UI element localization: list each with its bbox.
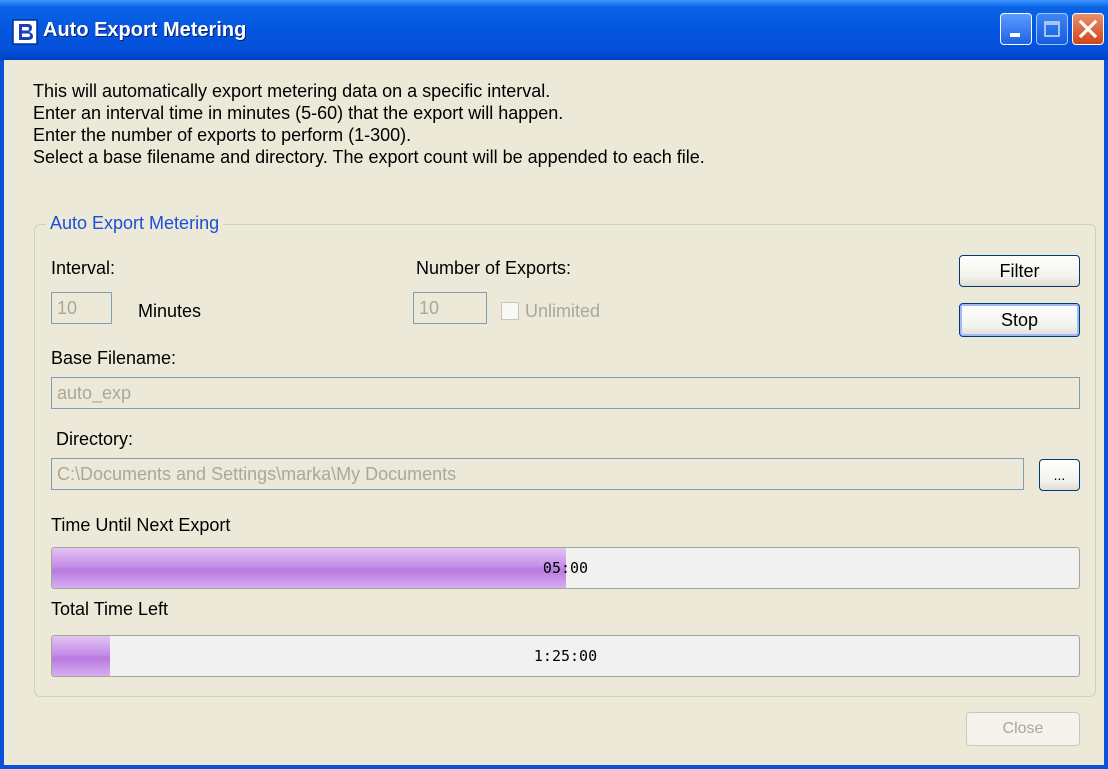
close-window-button[interactable] — [1072, 13, 1104, 45]
minimize-button[interactable] — [1000, 13, 1032, 45]
instruction-line: Enter an interval time in minutes (5-60)… — [33, 103, 564, 123]
stop-button[interactable]: Stop — [959, 303, 1080, 337]
instruction-line: Enter the number of exports to perform (… — [33, 125, 412, 145]
interval-label: Interval: — [51, 258, 116, 278]
title-bar[interactable]: Auto Export Metering — [0, 0, 1108, 60]
instruction-line: Select a base filename and directory. Th… — [33, 147, 705, 167]
maximize-icon — [1044, 21, 1060, 37]
minimize-icon — [1010, 33, 1020, 37]
interval-input[interactable]: 10 — [51, 292, 112, 324]
time-until-next-export-label: Time Until Next Export — [51, 515, 231, 535]
number-of-exports-input[interactable]: 10 — [413, 292, 487, 324]
close-icon — [1078, 19, 1098, 39]
next-export-progress-bar: 05:00 — [51, 547, 1080, 589]
instruction-line: This will automatically export metering … — [33, 81, 551, 101]
unlimited-label: Unlimited — [525, 301, 601, 321]
browse-directory-button[interactable]: ... — [1039, 459, 1080, 491]
window-title: Auto Export Metering — [43, 19, 247, 41]
close-button[interactable]: Close — [966, 712, 1080, 746]
total-time-left-label: Total Time Left — [51, 599, 169, 619]
maximize-button — [1036, 13, 1068, 45]
total-time-left: 1:25:00 — [533, 647, 598, 665]
instructions: This will automatically export metering … — [33, 80, 705, 168]
base-filename-label: Base Filename: — [51, 348, 177, 368]
directory-label: Directory: — [56, 429, 134, 449]
minutes-label: Minutes — [138, 301, 202, 321]
app-b-icon — [12, 19, 38, 45]
group-title: Auto Export Metering — [46, 213, 224, 234]
auto-export-window: Auto Export Metering This will automatic… — [0, 0, 1108, 769]
base-filename-input[interactable]: auto_exp — [51, 377, 1080, 409]
filter-button[interactable]: Filter — [959, 255, 1080, 287]
number-of-exports-label: Number of Exports: — [416, 258, 572, 278]
unlimited-checkbox[interactable] — [501, 302, 519, 320]
next-export-time: 05:00 — [542, 559, 589, 577]
directory-input[interactable]: C:\Documents and Settings\marka\My Docum… — [51, 458, 1024, 490]
total-time-progress-bar: 1:25:00 — [51, 635, 1080, 677]
